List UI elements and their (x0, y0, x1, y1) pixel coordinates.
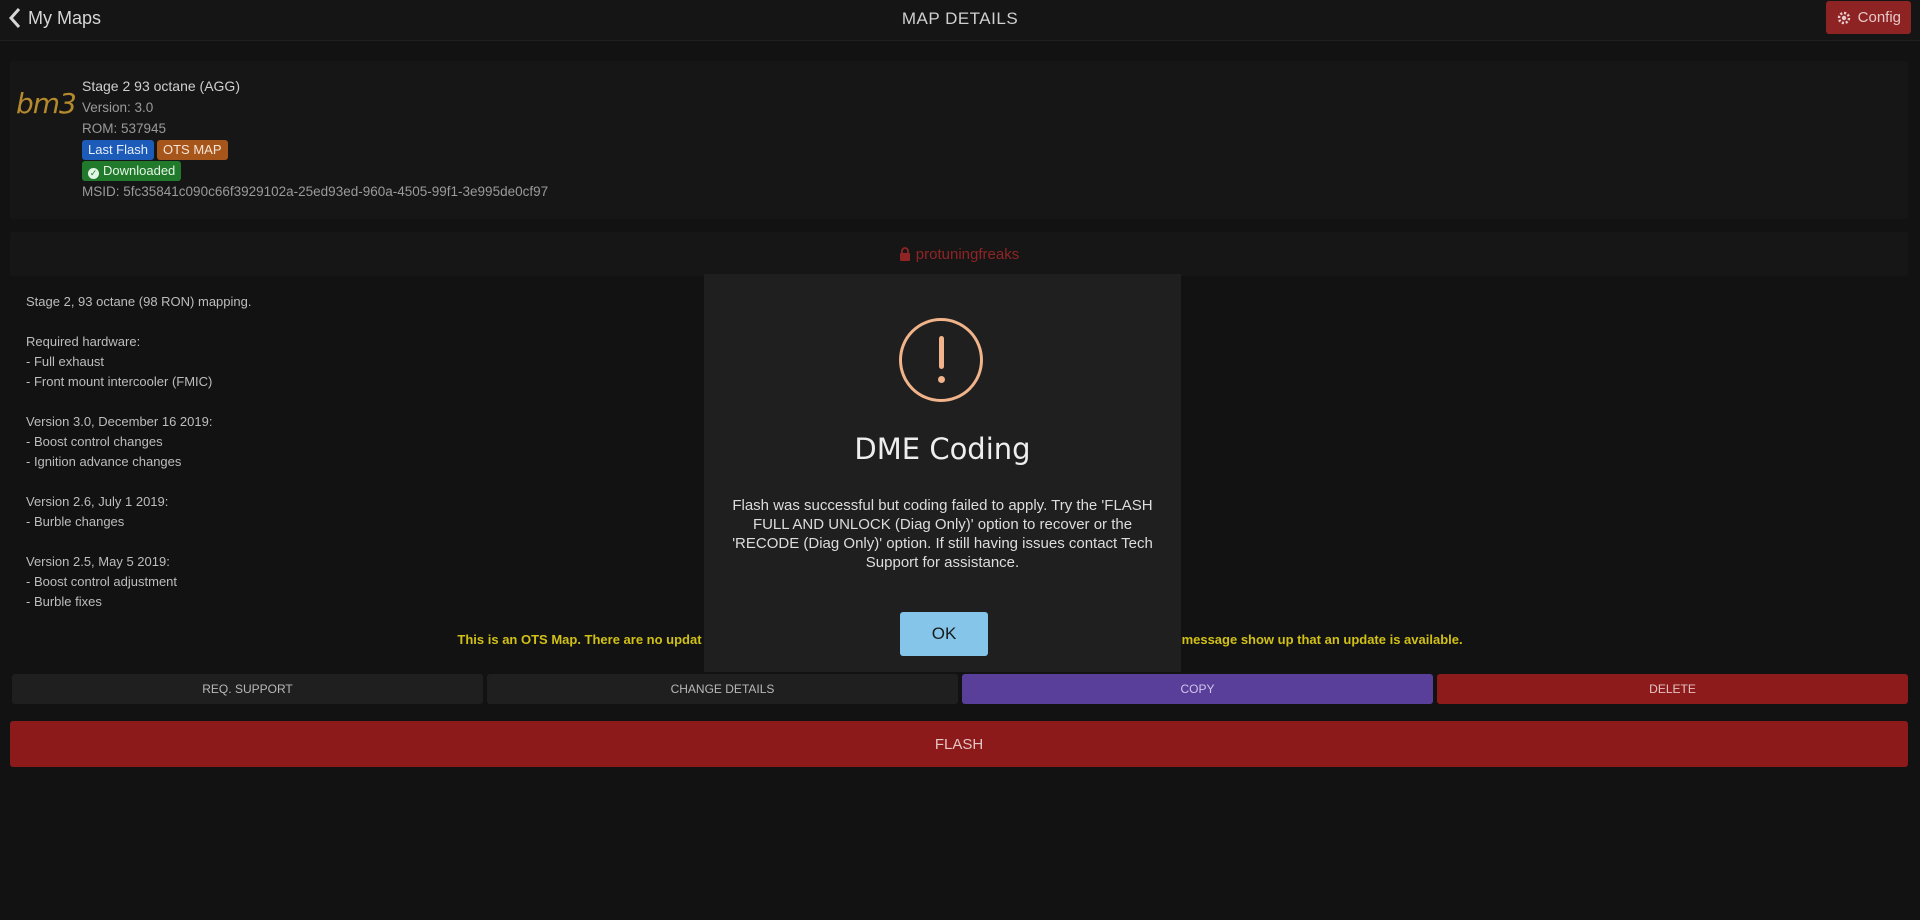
req-support-button[interactable]: REQ. SUPPORT (12, 674, 483, 704)
map-rom: ROM: 537945 (82, 121, 167, 136)
badge-row: Last Flash OTS MAP (82, 139, 548, 160)
map-msid: MSID: 5fc35841c090c66f3929102a-25ed93ed-… (82, 184, 549, 199)
dme-coding-dialog: DME Coding Flash was successful but codi… (704, 274, 1181, 672)
owner-name: protuningfreaks (915, 245, 1020, 263)
downloaded-label: Downloaded (103, 163, 176, 178)
downloaded-badge: ✓ Downloaded (82, 161, 182, 181)
warning-circle-icon (899, 318, 983, 402)
ots-map-badge: OTS MAP (156, 140, 228, 160)
dialog-title: DME Coding (854, 432, 1031, 466)
ots-notice-left: This is an OTS Map. There are no updat (457, 632, 702, 647)
dialog-message: Flash was successful but coding failed t… (732, 497, 1153, 571)
downloaded-row: ✓ Downloaded (82, 160, 548, 181)
map-version: Version: 3.0 (82, 100, 154, 115)
map-meta: Stage 2 93 octane (AGG) Version: 3.0 ROM… (82, 76, 548, 202)
owner-bar: protuningfreaks (10, 232, 1908, 276)
copy-button[interactable]: COPY (962, 674, 1433, 704)
map-info-card: bm3 Stage 2 93 octane (AGG) Version: 3.0… (10, 61, 1908, 219)
ok-button[interactable]: OK (900, 612, 988, 656)
check-circle-icon: ✓ (88, 168, 99, 179)
gear-icon (1837, 11, 1850, 24)
lock-icon (899, 247, 910, 261)
map-description: Stage 2, 93 octane (98 RON) mapping. Req… (26, 294, 252, 609)
config-button[interactable]: Config (1825, 1, 1911, 34)
change-details-button[interactable]: CHANGE DETAILS (487, 674, 958, 704)
map-name: Stage 2 93 octane (AGG) (82, 78, 240, 94)
action-row: REQ. SUPPORT CHANGE DETAILS COPY DELETE (12, 674, 1908, 704)
top-bar: My Maps MAP DETAILS Config (0, 0, 1920, 41)
brand-logo: bm3 (16, 87, 77, 120)
config-label: Config (1857, 9, 1901, 26)
ots-notice-right: message show up that an update is availa… (1181, 632, 1463, 647)
last-flash-badge: Last Flash (82, 140, 154, 160)
page-title: MAP DETAILS (901, 9, 1019, 28)
delete-button[interactable]: DELETE (1437, 674, 1908, 704)
flash-button[interactable]: FLASH (10, 721, 1908, 767)
